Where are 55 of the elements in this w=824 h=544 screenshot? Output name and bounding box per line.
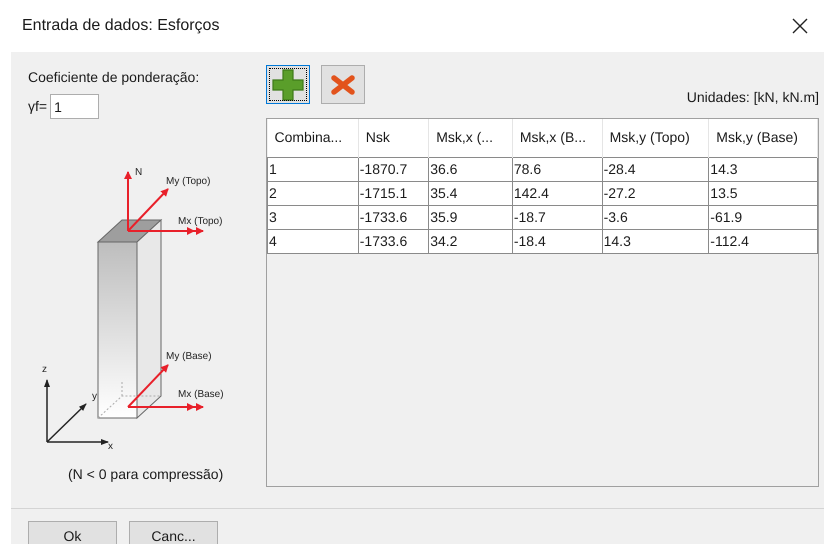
axis-label: z [42, 364, 47, 375]
column-header[interactable]: Combina... [268, 119, 358, 157]
cancel-button[interactable]: Canc... [129, 521, 218, 544]
table-cell: 14.3 [708, 157, 818, 181]
axis-label: y [92, 391, 97, 402]
column-header[interactable]: Nsk [358, 119, 429, 157]
table-cell: -18.7 [512, 205, 602, 229]
table-cell: 4 [268, 229, 358, 253]
y-axis [46, 403, 87, 443]
close-icon [791, 17, 809, 35]
table-cell: 36.6 [428, 157, 512, 181]
table-cell: -61.9 [708, 205, 818, 229]
moment-label: My (Topo) [166, 176, 210, 187]
table-cell: 2 [268, 181, 358, 205]
column-header[interactable]: Msk,x (... [428, 119, 512, 157]
delete-icon [331, 74, 355, 94]
table-cell: 14.3 [602, 229, 709, 253]
gamma-field[interactable]: 1 [50, 94, 100, 119]
table-cell: 1 [268, 157, 358, 181]
table-cell: 142.4 [512, 181, 602, 205]
table-cell: -1733.6 [358, 205, 429, 229]
ok-button[interactable]: Ok [28, 521, 117, 544]
plus-icon [272, 68, 304, 100]
table-cell: 35.4 [428, 181, 512, 205]
table-cell: -1733.6 [358, 229, 429, 253]
column-header[interactable]: Msk,x (B... [512, 119, 602, 157]
table-cell: -27.2 [602, 181, 709, 205]
add-button[interactable] [266, 65, 310, 104]
delete-button[interactable] [321, 65, 365, 104]
table-cell: -18.4 [512, 229, 602, 253]
z-axis [44, 379, 50, 442]
force-label: N [135, 167, 142, 178]
table-cell: 3 [268, 205, 358, 229]
axis-label: x [108, 441, 113, 452]
table-cell: 34.2 [428, 229, 512, 253]
table-cell: -1715.1 [358, 181, 429, 205]
column-header[interactable]: Msk,y (Topo) [602, 119, 709, 157]
window-title: Entrada de dados: Esforços [22, 16, 220, 36]
moment-label: Mx (Topo) [178, 216, 222, 227]
table-cell: -28.4 [602, 157, 709, 181]
table-cell: -112.4 [708, 229, 818, 253]
table-cell: 78.6 [512, 157, 602, 181]
table-cell: 35.9 [428, 205, 512, 229]
moment-label: My (Base) [166, 351, 212, 362]
gamma-label: γf= [28, 97, 48, 116]
compression-note: (N < 0 para compressão) [68, 465, 224, 484]
force-arrow [124, 171, 132, 231]
table-cell: -1870.7 [358, 157, 429, 181]
weighting-label: Coeficiente de ponderação: [28, 68, 200, 87]
table-cell: -3.6 [602, 205, 709, 229]
table-cell: 13.5 [708, 181, 818, 205]
moment-label: Mx (Base) [178, 389, 224, 400]
x-axis [47, 439, 109, 445]
units-label: Unidades: [kN, kN.m] [686, 88, 819, 107]
column-header[interactable]: Msk,y (Base) [708, 119, 818, 157]
